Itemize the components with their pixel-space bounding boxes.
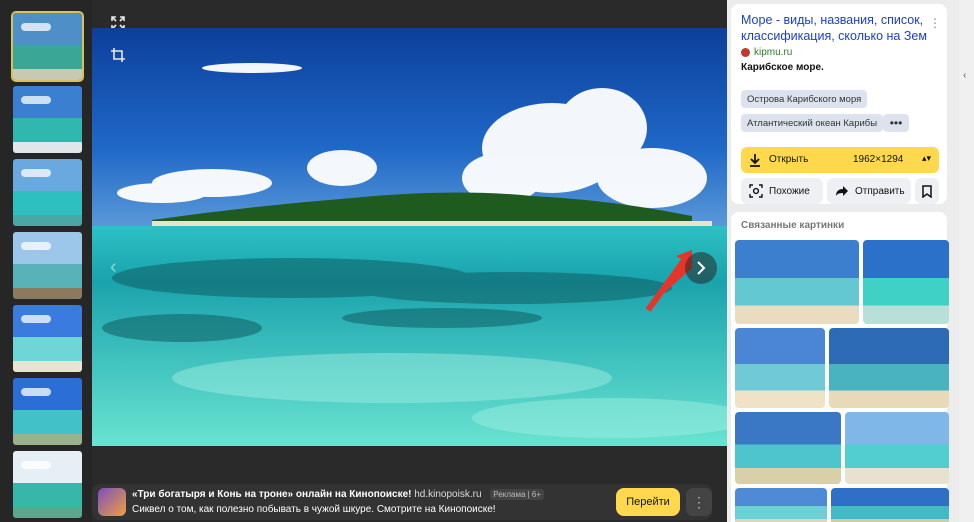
info-card: Море - виды, названия, список, классифик… (731, 4, 947, 204)
related-image-1[interactable] (735, 240, 859, 324)
thumbnail-2[interactable] (13, 86, 82, 153)
similar-label: Похожие (769, 185, 810, 197)
ad-more-button[interactable]: ⋮ (686, 488, 712, 516)
scrollbar[interactable]: ‹ (959, 0, 974, 522)
ad-description: Сиквел о том, как полезно побывать в чуж… (132, 504, 496, 515)
tags-more-button[interactable]: ••• (883, 114, 909, 132)
ad-banner[interactable]: «Три богатыря и Конь на троне» онлайн на… (92, 484, 712, 520)
related-image-7[interactable] (735, 488, 827, 522)
main-image[interactable]: ‹ (92, 28, 727, 446)
related-title: Связанные картинки (741, 220, 845, 231)
related-image-2[interactable] (863, 240, 949, 324)
size-chevron-icon: ▴▾ (921, 153, 931, 163)
source-snippet: Карибское море. (741, 62, 824, 73)
size-select[interactable]: 1962×1294 (853, 154, 903, 165)
related-images-card: Связанные картинки (731, 212, 949, 522)
ad-logo (98, 488, 126, 516)
chevron-left-icon[interactable]: ‹ (110, 256, 117, 279)
ad-title[interactable]: «Три богатыря и Конь на троне» онлайн на… (132, 489, 545, 500)
similar-button[interactable]: Похожие (741, 178, 823, 204)
tag-atlantic-caribbean[interactable]: Атлантический океан Карибы (741, 114, 884, 132)
download-icon (750, 154, 760, 167)
related-image-4[interactable] (829, 328, 949, 408)
thumbnail-6[interactable] (13, 378, 82, 445)
site-label[interactable]: kipmu.ru (754, 47, 792, 58)
favicon-icon (741, 48, 750, 57)
thumbnail-3[interactable] (13, 159, 82, 226)
share-icon (836, 186, 848, 196)
thumbnail-7[interactable] (13, 451, 82, 518)
ad-domain: hd.kinopoisk.ru (414, 489, 482, 500)
source-title-link[interactable]: Море - виды, названия, список, классифик… (741, 12, 931, 44)
bookmark-button[interactable] (915, 178, 939, 204)
related-image-3[interactable] (735, 328, 825, 408)
related-image-6[interactable] (845, 412, 949, 484)
image-viewer: ‹ «Три богатыря и Конь на троне» онлайн … (92, 0, 727, 522)
open-button[interactable]: Открыть 1962×1294 ▴▾ (741, 147, 939, 173)
more-icon[interactable]: ⋮ (929, 16, 941, 30)
share-button[interactable]: Отправить (827, 178, 911, 204)
thumbnail-strip (0, 0, 92, 522)
share-label: Отправить (855, 185, 905, 197)
crop-icon[interactable] (105, 42, 131, 68)
info-panel: Море - виды, названия, список, классифик… (727, 0, 959, 522)
scroll-arrow-icon[interactable]: ‹ (963, 70, 966, 81)
lens-icon (749, 184, 763, 198)
bookmark-icon (922, 184, 932, 198)
chevron-right-icon[interactable] (685, 252, 717, 284)
ad-title-text[interactable]: «Три богатыря и Конь на троне» онлайн на… (132, 489, 411, 500)
thumbnail-5[interactable] (13, 305, 82, 372)
thumbnail-1[interactable] (11, 11, 84, 82)
ad-go-button[interactable]: Перейти (616, 488, 680, 516)
tag-caribbean-islands[interactable]: Острова Карибского моря (741, 90, 868, 108)
open-label: Открыть (769, 154, 809, 165)
related-image-8[interactable] (831, 488, 949, 522)
related-image-5[interactable] (735, 412, 841, 484)
source-site[interactable]: kipmu.ru (741, 47, 792, 58)
thumbnail-4[interactable] (13, 232, 82, 299)
ad-badge: Реклама | 6+ (490, 489, 545, 500)
